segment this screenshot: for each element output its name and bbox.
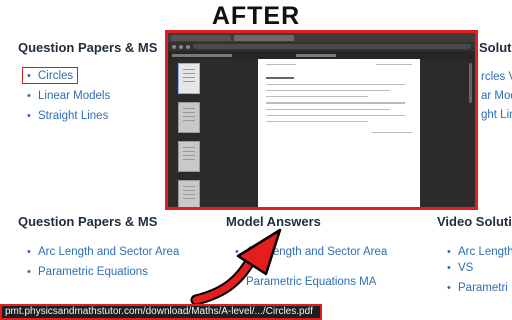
bottom-col3-heading: Video Solutio: [437, 214, 512, 229]
reload-icon: [186, 44, 190, 49]
status-bar-url: pmt.physicsandmathstutor.com/download/Ma…: [0, 304, 322, 320]
pdf-text-line: [266, 83, 405, 85]
link-straight-lines-vs[interactable]: ght Lines: [481, 107, 512, 126]
back-icon: [172, 44, 176, 49]
pdf-title-placeholder: [266, 77, 294, 79]
pdf-text-line: [266, 114, 405, 116]
page-thumbnail: [178, 102, 200, 133]
pdf-toolbar: [168, 51, 475, 59]
page-thumbnail: [178, 63, 200, 94]
pdf-text-line: [266, 102, 405, 104]
pdf-header-left-placeholder: [266, 64, 296, 66]
after-label: AFTER: [211, 2, 301, 30]
link-circles-vs[interactable]: rcles VS: [481, 69, 512, 88]
bottom-col2-heading: Model Answers: [226, 214, 321, 229]
browser-tab-active: [234, 34, 294, 41]
circles-highlight-box: [22, 67, 78, 84]
red-arrow-icon: [190, 228, 282, 306]
top-right-link-list: rcles VS ar Models ght Lines: [481, 69, 512, 126]
top-heading: Question Papers & MS: [18, 40, 158, 55]
pdf-page: [258, 59, 420, 207]
forward-icon: [179, 44, 183, 49]
url-field: [193, 44, 471, 49]
bottom-col3-list: Arc Length VS Parametri: [446, 244, 512, 300]
pdf-page-header: [266, 64, 412, 66]
pdf-total-placeholder: [372, 132, 412, 134]
thumbnail-sidebar: [174, 63, 204, 207]
arrow-shaft: [190, 252, 258, 306]
link-parametric-vs[interactable]: Parametri: [446, 280, 512, 300]
bottom-col1-heading: Question Papers & MS: [18, 214, 158, 229]
pdf-body: [168, 59, 475, 207]
link-linear-models-vs[interactable]: ar Models: [481, 88, 512, 107]
page-thumbnail: [178, 141, 200, 172]
browser-titlebar: [168, 33, 475, 42]
pdf-viewer-screenshot: [165, 30, 478, 210]
link-arc-length[interactable]: Arc Length and Sector Area: [26, 244, 179, 264]
pdf-text-line: [266, 96, 369, 98]
pdf-text-line: [266, 120, 369, 123]
link-linear-models[interactable]: Linear Models: [26, 88, 110, 108]
page-thumbnail: [178, 180, 200, 207]
link-parametric-equations[interactable]: Parametric Equations: [26, 264, 179, 284]
pdf-scrollbar[interactable]: [469, 63, 472, 103]
link-straight-lines[interactable]: Straight Lines: [26, 108, 110, 128]
pdf-text-line: [266, 89, 391, 92]
pdf-text-line: [266, 108, 391, 110]
browser-tab: [171, 34, 231, 41]
pdf-header-right-placeholder: [376, 64, 412, 66]
link-vs-continuation[interactable]: VS: [446, 260, 512, 280]
bottom-col1-list: Arc Length and Sector Area Parametric Eq…: [26, 244, 179, 284]
pdf-title: [172, 53, 232, 57]
top-right-heading: Solutio: [479, 40, 512, 55]
pdf-page-counter: [296, 53, 336, 57]
browser-address-bar: [168, 42, 475, 51]
